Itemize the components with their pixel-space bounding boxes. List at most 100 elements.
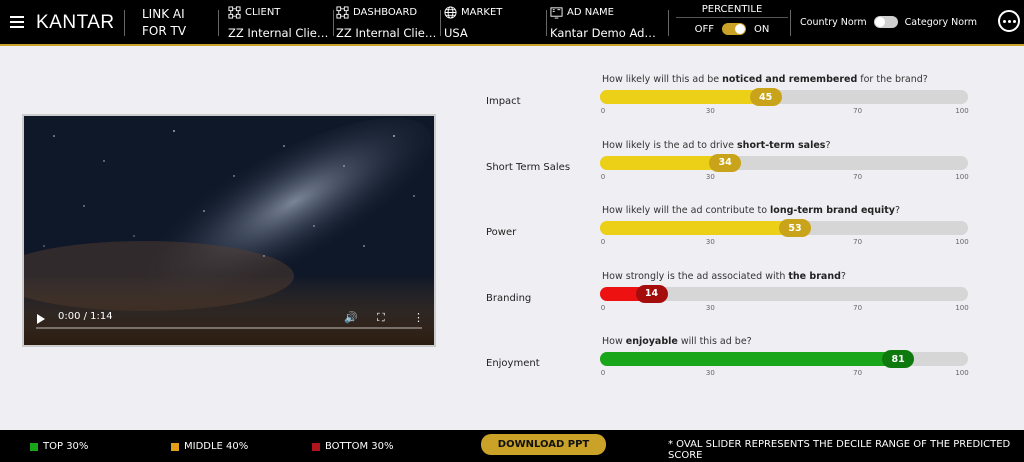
percentile-off-label: OFF — [694, 23, 714, 35]
metric-question: How likely will this ad be noticed and r… — [602, 74, 928, 85]
scale-tick-label: 100 — [955, 107, 969, 115]
scale-tick-label: 70 — [853, 238, 863, 246]
scale-tick-label: 30 — [705, 107, 715, 115]
question-emphasis: the brand — [788, 270, 841, 282]
client-label: CLIENT — [245, 7, 281, 18]
question-emphasis: long-term brand equity — [770, 205, 895, 216]
video-progress-track[interactable] — [36, 327, 422, 329]
metric-row: Power How likely will the ad contribute t… — [486, 205, 986, 260]
metric-row: Enjoyment How enjoyable will this ad be? 8… — [486, 336, 986, 391]
video-player[interactable]: 0:00 / 1:14 🔊 ⛶ ⋮ — [22, 114, 436, 347]
divider — [790, 10, 791, 36]
legend-middle: MIDDLE 40% — [171, 441, 248, 452]
more-options-icon[interactable] — [998, 10, 1020, 32]
product-name: LINK AI FOR TV — [142, 6, 186, 40]
brand-logo: KANTAR — [36, 12, 115, 33]
metric-label: Enjoyment — [486, 358, 540, 369]
network-icon — [336, 6, 349, 19]
question-text: How likely will the ad contribute to — [602, 205, 771, 216]
market-value: USA — [444, 26, 468, 40]
divider — [546, 10, 547, 36]
score-oval-slider: 45 — [749, 88, 782, 106]
legend-top-label: TOP 30% — [43, 441, 89, 452]
scale-tick-label: 30 — [705, 238, 715, 246]
country-norm-label: Country Norm — [800, 16, 867, 28]
network-icon — [228, 6, 241, 19]
product-line-1: LINK AI — [142, 7, 185, 21]
product-line-2: FOR TV — [142, 24, 187, 38]
metric-row: Impact How likely will this ad be noticed… — [486, 74, 986, 129]
ad-name-filter[interactable]: AD NAME Kantar Demo Ad St... — [550, 6, 658, 40]
more-vertical-icon[interactable]: ⋮ — [413, 311, 424, 324]
legend-swatch — [30, 442, 38, 451]
scale-tick-label: 30 — [705, 369, 715, 377]
scale-tick-label: 70 — [853, 369, 863, 377]
percentile-on-label: ON — [754, 23, 770, 35]
scale-tick-label: 100 — [955, 172, 969, 181]
score-bar-track: 14 — [600, 284, 968, 303]
category-norm-label: Category Norm — [904, 16, 977, 28]
download-ppt-button[interactable]: DOWNLOAD PPT — [481, 434, 606, 455]
globe-icon — [444, 6, 457, 19]
metric-question: How likely is the ad to drive short-term… — [602, 140, 831, 151]
score-bar-fill — [600, 352, 899, 366]
score-bar-fill — [600, 90, 766, 104]
video-icon — [550, 7, 563, 19]
market-filter[interactable]: MARKET USA — [444, 6, 544, 40]
question-text: for the brand? — [857, 74, 928, 85]
scale-tick-label: 0 — [600, 303, 606, 312]
market-label: MARKET — [461, 7, 503, 18]
scale-tick-label: 70 — [853, 107, 863, 115]
legend-swatch — [171, 442, 179, 451]
percentile-toggle[interactable] — [722, 23, 746, 35]
metric-question: How likely will the ad contribute to lon… — [602, 205, 900, 216]
metric-label: Power — [486, 227, 517, 238]
score-oval-slider: 53 — [779, 219, 812, 237]
metric-question: How strongly is the ad associated with t… — [602, 271, 846, 282]
score-bar-track: 81 — [600, 350, 968, 368]
top-bar: KANTAR LINK AI FOR TV CLIENT ZZ Internal… — [0, 0, 1024, 44]
percentile-control: PERCENTILE OFF ON — [676, 4, 788, 35]
scale-tick-label: 0 — [600, 172, 606, 181]
scale-tick-label: 100 — [955, 369, 969, 377]
metric-label: Impact — [486, 96, 521, 107]
divider — [440, 10, 441, 36]
menu-icon[interactable] — [10, 13, 24, 31]
metric-label: Short Term Sales — [486, 161, 571, 173]
oval-slider-note: * OVAL SLIDER REPRESENTS THE DECILE RANG… — [668, 439, 1011, 461]
scale-tick-label: 70 — [853, 303, 863, 312]
legend-bottom-label: BOTTOM 30% — [325, 441, 394, 452]
score-bar-track: 53 — [600, 219, 968, 237]
question-emphasis: short-term sales — [737, 139, 826, 151]
video-controls: 0:00 / 1:14 🔊 ⛶ ⋮ — [24, 309, 434, 345]
legend-middle-label: MIDDLE 40% — [184, 441, 249, 452]
question-text: will this ad be? — [677, 336, 752, 347]
question-text: How likely will this ad be — [602, 74, 723, 85]
scale-tick-label: 100 — [955, 238, 969, 246]
volume-icon[interactable]: 🔊 — [344, 311, 358, 324]
dashboard-value: ZZ Internal Client D... — [336, 26, 440, 40]
scale-tick-label: 70 — [853, 172, 863, 181]
score-oval-slider: 34 — [709, 153, 742, 172]
scale-tick-label: 0 — [600, 238, 606, 246]
divider — [333, 10, 334, 36]
question-text: How — [602, 336, 626, 347]
score-bar-track: 45 — [600, 88, 968, 106]
play-icon[interactable] — [37, 314, 45, 324]
question-text: ? — [894, 205, 901, 216]
question-text: How strongly is the ad associated with — [602, 270, 789, 282]
scale-tick-label: 30 — [705, 303, 715, 312]
scale-tick-label: 0 — [600, 369, 606, 377]
score-bar-fill — [600, 221, 796, 235]
metric-row: Branding How strongly is the ad associate… — [486, 271, 986, 326]
dashboard-label: DASHBOARD — [353, 7, 418, 18]
metric-question: How enjoyable will this ad be? — [602, 336, 752, 347]
dashboard-filter[interactable]: DASHBOARD ZZ Internal Client D... — [336, 6, 440, 40]
divider — [668, 10, 669, 36]
fullscreen-icon[interactable]: ⛶ — [377, 311, 385, 325]
ad-name-label: AD NAME — [567, 7, 614, 18]
question-emphasis: noticed and remembered — [722, 74, 858, 85]
client-filter[interactable]: CLIENT ZZ Internal Client D... — [228, 6, 332, 40]
norm-toggle[interactable] — [873, 16, 898, 28]
score-bar-track: 34 — [600, 153, 968, 172]
